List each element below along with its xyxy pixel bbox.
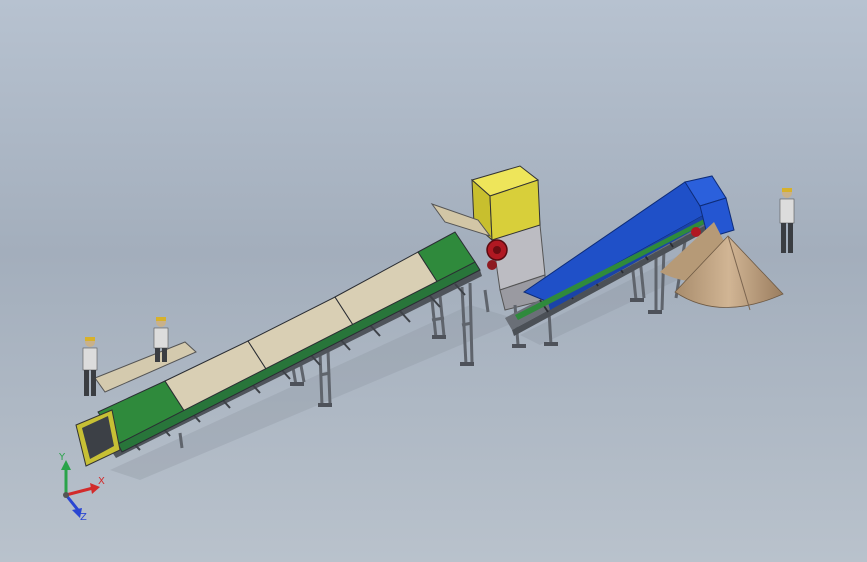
worker-figure-right [779,188,795,253]
triad-origin [63,492,69,498]
cad-viewport[interactable]: Y X Z [0,0,867,562]
triad-z-label: Z [80,512,87,523]
coordinate-triad[interactable]: Y X Z [58,452,105,523]
conveyor-3d-model[interactable]: Y X Z [0,0,867,562]
triad-x-label: X [98,476,105,487]
tail-loading-box [75,409,121,467]
worker-figure-left [82,337,98,396]
triad-y-label: Y [58,452,66,463]
triad-x-axis [65,483,100,497]
triad-y-axis [61,460,71,495]
